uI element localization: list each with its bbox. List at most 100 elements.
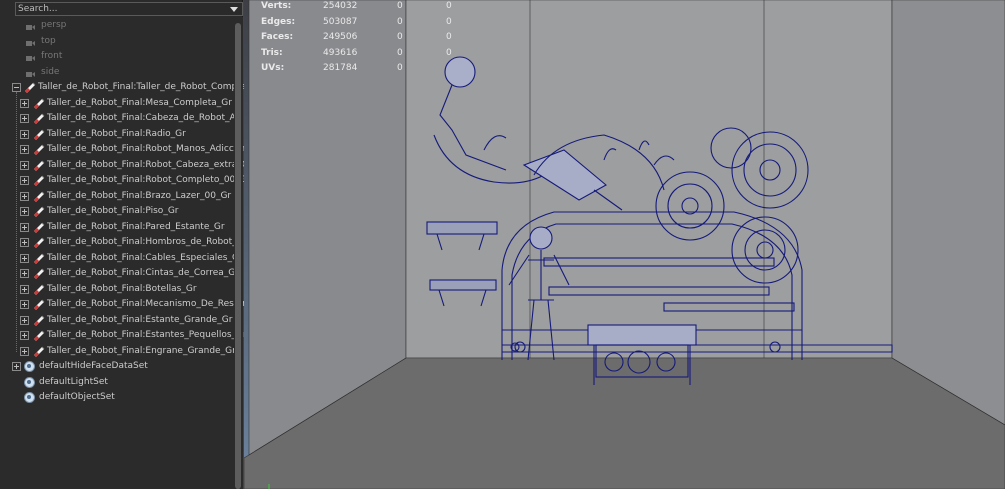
expand-icon[interactable] <box>20 315 29 325</box>
outliner-root-group[interactable]: Taller_de_Robot_Final:Taller_de_Robot_Co… <box>12 80 254 95</box>
outliner-group-item[interactable]: Taller_de_Robot_Final:Engrane_Grande_Gr <box>20 344 236 359</box>
outliner-group-item[interactable]: Taller_de_Robot_Final:Robot_Cabeza_extra… <box>20 158 252 173</box>
expand-icon[interactable] <box>20 176 29 185</box>
outliner-group-item[interactable]: Taller_de_Robot_Final:Cables_Especiales_… <box>20 251 243 266</box>
hud-stat-percent: 0 <box>446 1 452 11</box>
expand-icon[interactable] <box>20 114 29 123</box>
outliner-item-label: Taller_de_Robot_Final:Brazo_Lazer_00_Gr <box>47 190 232 201</box>
expand-icon[interactable] <box>20 145 29 154</box>
transform-group-icon <box>33 129 45 140</box>
outliner-camera-item[interactable]: top <box>26 34 226 49</box>
hud-stat-value: 254032 <box>323 1 358 11</box>
outliner-item-label: Taller_de_Robot_Final:Robot_Completo_00_… <box>47 175 251 185</box>
transform-group-icon <box>33 160 45 171</box>
hud-stat-label: Faces: <box>261 32 294 42</box>
transform-group-icon <box>33 268 45 279</box>
expand-icon[interactable] <box>20 284 29 294</box>
outliner-item-label: Taller_de_Robot_Final:Radio_Gr <box>47 128 186 139</box>
outliner-item-label: Taller_de_Robot_Final:Robot_Manos_Adicci… <box>47 144 254 154</box>
outliner-group-item[interactable]: Taller_de_Robot_Final:Hombros_de_Robot_G… <box>20 235 253 250</box>
tree-connector-line <box>16 92 17 352</box>
expand-icon[interactable] <box>20 160 29 170</box>
outliner-item-label: persp <box>41 20 67 30</box>
outliner-camera-item[interactable]: front <box>26 49 226 64</box>
hud-stat-percent: 0 <box>446 32 452 42</box>
expand-icon[interactable] <box>20 346 29 356</box>
expand-icon[interactable] <box>12 362 21 371</box>
hud-stat-value: 493616 <box>323 47 358 58</box>
outliner-group-item[interactable]: Taller_de_Robot_Final:Robot_Manos_Adicci… <box>20 142 253 157</box>
outliner-set-item[interactable]: defaultHideFaceDataSet <box>12 359 234 374</box>
outliner-panel: persp top front side Taller_de_Robot_Final:T… <box>0 0 256 489</box>
outliner-camera-item[interactable]: side <box>26 65 226 80</box>
search-input[interactable] <box>18 3 228 15</box>
outliner-item-label: Taller_de_Robot_Final:Cabeza_de_Robot_Ad… <box>47 113 254 123</box>
outliner-item-label: Taller_de_Robot_Final:Mecanismo_De_Respi… <box>47 299 257 309</box>
viewport-3d[interactable]: Verts: 254032 0 0 Edges: 503087 0 0 Faces: 249506… <box>244 0 1005 489</box>
outliner-item-label: defaultHideFaceDataSet <box>39 361 148 371</box>
transform-group-icon <box>33 191 45 202</box>
hud-stat-value: 281784 <box>323 63 358 73</box>
outliner-group-item[interactable]: Taller_de_Robot_Final:Robot_Completo_00_… <box>20 173 250 188</box>
object-set-icon <box>24 376 35 388</box>
search-field[interactable] <box>15 2 243 16</box>
transform-group-icon <box>33 253 45 264</box>
outliner-item-label: Taller_de_Robot_Final:Mesa_Completa_Gr <box>47 97 232 108</box>
outliner-scrollbar-thumb[interactable] <box>235 23 241 489</box>
outliner-item-label: Taller_de_Robot_Final:Engrane_Grande_Gr <box>47 345 236 356</box>
outliner-item-label: Taller_de_Robot_Final:Cintas_de_Correa_G… <box>47 268 239 278</box>
expand-icon[interactable] <box>20 331 29 340</box>
expand-icon[interactable] <box>20 238 29 247</box>
outliner-group-item[interactable]: Taller_de_Robot_Final:Botellas_Gr <box>20 282 234 297</box>
hud-stat-value: 249506 <box>323 32 358 42</box>
outliner-group-item[interactable]: Taller_de_Robot_Final:Cintas_de_Correa_G… <box>20 266 239 281</box>
outliner-set-item[interactable]: defaultObjectSet <box>12 390 234 405</box>
hud-stat-label: UVs: <box>261 63 285 73</box>
outliner-item-label: Taller_de_Robot_Final:Piso_Gr <box>47 206 179 216</box>
outliner-item-label: Taller_de_Robot_Final:Robot_Cabeza_extra… <box>47 159 253 170</box>
outliner-group-item[interactable]: Taller_de_Robot_Final:Pared_Estante_Gr <box>20 220 234 235</box>
outliner-item-label: defaultObjectSet <box>39 392 115 402</box>
scene-wireframe-view <box>244 0 1005 489</box>
expand-icon[interactable] <box>20 207 29 216</box>
object-set-icon <box>24 392 35 403</box>
hud-stat-selected: 0 <box>397 1 403 11</box>
outliner-item-label: side <box>41 66 60 77</box>
camera-icon <box>26 53 35 61</box>
search-dropdown-arrow-icon[interactable] <box>230 7 238 12</box>
hud-stat-value: 503087 <box>323 16 358 27</box>
expand-icon[interactable] <box>20 300 29 309</box>
right-wall <box>891 0 1005 426</box>
outliner-group-item[interactable]: Taller_de_Robot_Final:Piso_Gr <box>20 204 234 219</box>
hud-stat-label: Tris: <box>261 47 283 58</box>
outliner-camera-item[interactable]: persp <box>26 18 226 33</box>
outliner-group-item[interactable]: Taller_de_Robot_Final:Estante_Grande_Gr <box>20 313 234 328</box>
outliner-item-label: Taller_de_Robot_Final:Botellas_Gr <box>47 283 197 294</box>
outliner-item-label: Taller_de_Robot_Final:Taller_de_Robot_Co… <box>38 82 255 92</box>
transform-group-icon <box>33 330 45 341</box>
transform-group-icon <box>33 222 45 233</box>
expand-icon[interactable] <box>20 191 29 201</box>
outliner-item-label: front <box>41 51 63 61</box>
outliner-group-item[interactable]: Taller_de_Robot_Final:Radio_Gr <box>20 127 234 142</box>
outliner-group-item[interactable]: Taller_de_Robot_Final:Estantes_Pequellos… <box>20 328 247 343</box>
hud-stat-selected: 0 <box>397 63 403 73</box>
outliner-group-item[interactable]: Taller_de_Robot_Final:Brazo_Lazer_00_Gr <box>20 189 234 204</box>
expand-icon[interactable] <box>20 129 29 139</box>
outliner-group-item[interactable]: Taller_de_Robot_Final:Cabeza_de_Robot_Ad… <box>20 111 254 126</box>
transform-group-icon <box>33 237 45 248</box>
expand-icon[interactable] <box>20 269 29 278</box>
expand-icon[interactable] <box>20 98 29 108</box>
expand-icon[interactable] <box>20 222 29 232</box>
transform-group-icon <box>33 299 45 310</box>
outliner-item-label: Taller_de_Robot_Final:Estante_Grande_Gr <box>47 314 233 325</box>
outliner-item-label: Taller_de_Robot_Final:Hombros_de_Robot_G… <box>47 237 253 247</box>
expand-icon[interactable] <box>20 253 29 263</box>
outliner-group-item[interactable]: Taller_de_Robot_Final:Mesa_Completa_Gr <box>20 96 234 111</box>
transform-group-icon <box>33 284 45 295</box>
outliner-item-label: top <box>41 35 56 46</box>
outliner-group-item[interactable]: Taller_de_Robot_Final:Mecanismo_De_Respi… <box>20 297 256 312</box>
outliner-set-item[interactable]: defaultLightSet <box>12 375 234 390</box>
collapse-icon[interactable] <box>12 83 21 92</box>
hud-stat-label: Edges: <box>261 16 296 27</box>
